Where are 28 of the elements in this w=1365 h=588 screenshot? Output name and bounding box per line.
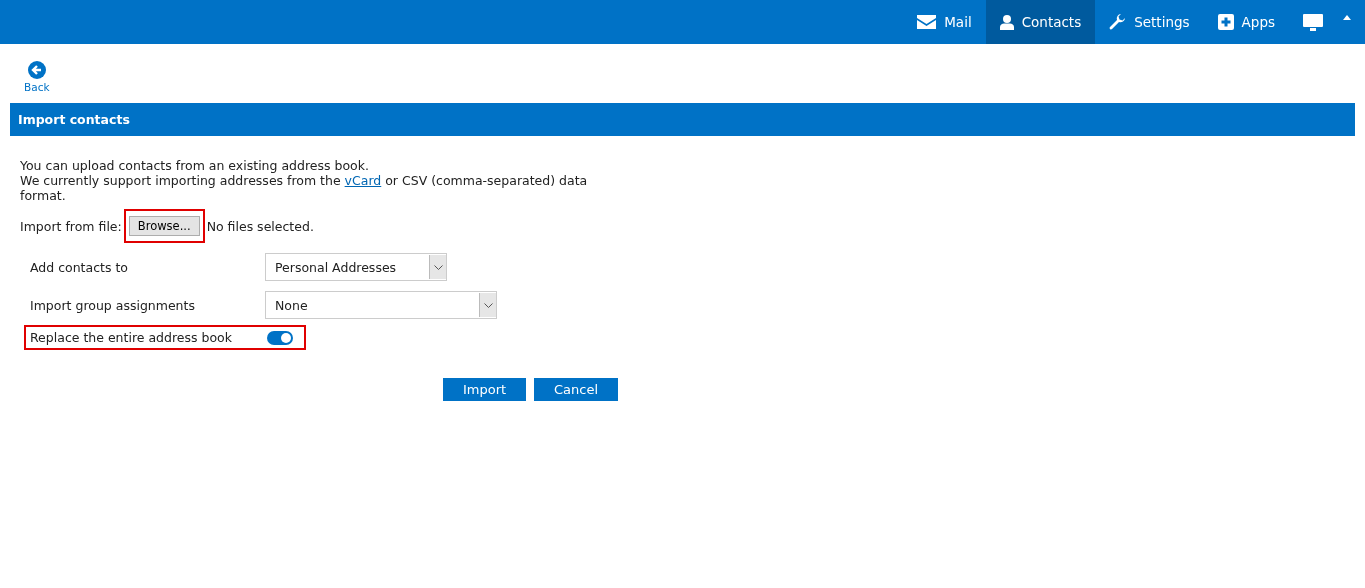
vcard-link[interactable]: vCard — [344, 173, 382, 188]
file-status: No files selected. — [206, 218, 314, 234]
field-label: Import from file: — [20, 218, 122, 234]
intro-text: You can upload contacts from an existing address book. — [20, 158, 370, 173]
cancel-button[interactable]: Cancel — [534, 378, 618, 401]
browse-button[interactable]: Browse... — [128, 216, 200, 236]
back-button[interactable]: Back — [24, 61, 50, 93]
dropdown[interactable]: Personal Addresses — [265, 253, 447, 281]
nav-tab[interactable]: Mail — [903, 0, 986, 44]
nav-tab[interactable]: Settings — [1095, 0, 1204, 44]
monitor-icon — [1303, 13, 1323, 31]
section-title: Import contacts — [18, 112, 130, 127]
nav-tab[interactable]: Contacts — [985, 0, 1096, 44]
envelope-icon — [917, 15, 937, 29]
caret-icon[interactable] — [1343, 14, 1351, 20]
import-button[interactable]: Import — [443, 378, 526, 401]
chevron-icon — [483, 302, 493, 308]
field-label: Replace the entire address book — [30, 330, 233, 345]
nav-tab[interactable]: Apps — [1203, 0, 1289, 44]
field-label: Import group assignments — [30, 297, 196, 313]
field-label: Add contacts to — [30, 259, 129, 275]
intro-text: We currently support importing addresses from the vCard or CSV (comma-separated) data format. — [20, 173, 589, 203]
dropdown[interactable]: None — [265, 291, 497, 319]
toggle-switch[interactable] — [267, 330, 293, 345]
wrench-icon — [1109, 13, 1127, 31]
plus-icon — [1217, 14, 1234, 30]
chevron-icon — [433, 264, 443, 270]
person-icon — [999, 14, 1014, 30]
